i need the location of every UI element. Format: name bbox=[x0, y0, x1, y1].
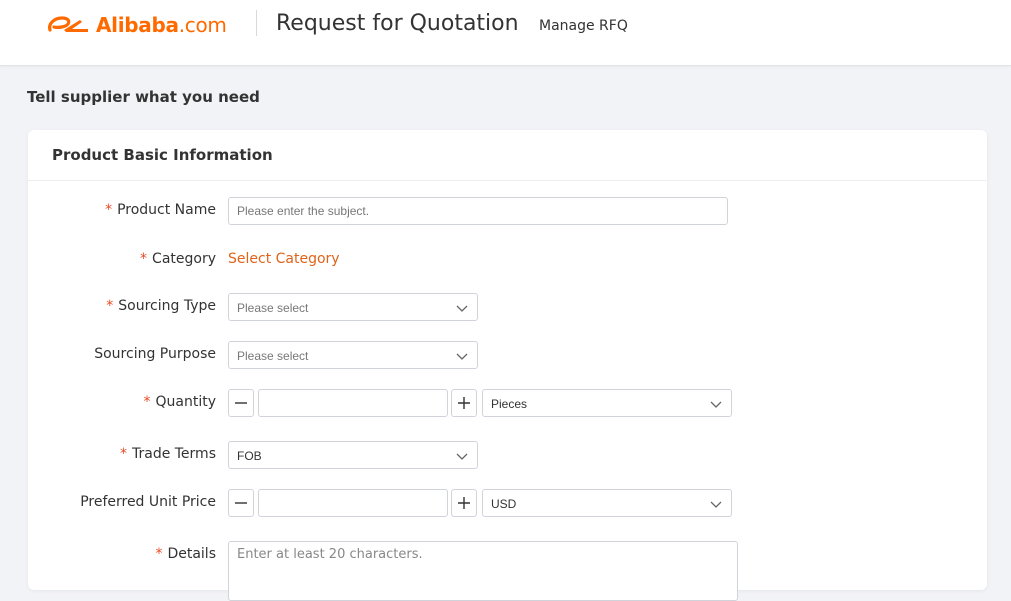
required-mark: * bbox=[105, 202, 113, 218]
category-label: * Category bbox=[140, 251, 216, 267]
price-input[interactable] bbox=[258, 489, 448, 517]
required-mark: * bbox=[155, 546, 163, 562]
chevron-down-icon bbox=[710, 401, 722, 408]
minus-icon bbox=[235, 402, 247, 404]
alibaba-logo-icon bbox=[48, 16, 88, 32]
currency-value: USD bbox=[491, 497, 517, 511]
quantity-unit-select[interactable]: Pieces bbox=[482, 389, 732, 417]
manage-rfq-link[interactable]: Manage RFQ bbox=[539, 18, 628, 34]
plus-icon bbox=[458, 497, 470, 509]
sourcing-purpose-value: Please select bbox=[237, 349, 309, 363]
header-divider bbox=[256, 10, 257, 36]
product-basic-info-card: Product Basic Information * Product Name … bbox=[28, 130, 987, 601]
chevron-down-icon bbox=[456, 305, 468, 312]
sourcing-type-label: * Sourcing Type bbox=[106, 298, 216, 314]
product-name-input[interactable] bbox=[228, 197, 728, 225]
required-mark: * bbox=[106, 298, 114, 314]
price-decrement-button[interactable] bbox=[228, 489, 254, 517]
card-title: Product Basic Information bbox=[28, 130, 987, 181]
details-row: * Details bbox=[28, 541, 987, 601]
trade-terms-label: * Trade Terms bbox=[119, 446, 216, 462]
required-mark: * bbox=[143, 394, 151, 410]
details-label: * Details bbox=[155, 546, 216, 562]
sourcing-type-row: * Sourcing Type Please select bbox=[28, 293, 987, 321]
sourcing-purpose-select[interactable]: Please select bbox=[228, 341, 478, 369]
quantity-unit-value: Pieces bbox=[491, 397, 528, 411]
required-mark: * bbox=[140, 251, 148, 267]
quantity-decrement-button[interactable] bbox=[228, 389, 254, 417]
currency-select[interactable]: USD bbox=[482, 489, 732, 517]
preferred-unit-price-label: Preferred Unit Price bbox=[80, 494, 216, 510]
alibaba-logo[interactable]: Alibaba.com bbox=[46, 10, 227, 40]
chevron-down-icon bbox=[456, 353, 468, 360]
trade-terms-select[interactable]: FOB bbox=[228, 441, 478, 469]
quantity-increment-button[interactable] bbox=[451, 389, 477, 417]
product-name-row: * Product Name bbox=[28, 197, 987, 225]
sourcing-purpose-label: Sourcing Purpose bbox=[94, 346, 216, 362]
chevron-down-icon bbox=[456, 453, 468, 460]
required-mark: * bbox=[119, 446, 127, 462]
page-title: Request for Quotation bbox=[276, 11, 519, 36]
select-category-link[interactable]: Select Category bbox=[228, 251, 340, 267]
trade-terms-row: * Trade Terms FOB bbox=[28, 441, 987, 469]
quantity-row: * Quantity Pieces bbox=[28, 389, 987, 417]
section-heading: Tell supplier what you need bbox=[27, 88, 260, 106]
product-name-label: * Product Name bbox=[105, 202, 216, 218]
quantity-label: * Quantity bbox=[143, 394, 217, 410]
sourcing-type-value: Please select bbox=[237, 301, 309, 315]
quantity-input[interactable] bbox=[258, 389, 448, 417]
preferred-unit-price-row: Preferred Unit Price USD bbox=[28, 489, 987, 517]
plus-icon bbox=[458, 397, 470, 409]
logo-wordmark: Alibaba.com bbox=[96, 13, 227, 37]
details-textarea[interactable] bbox=[228, 541, 738, 601]
chevron-down-icon bbox=[710, 501, 722, 508]
minus-icon bbox=[235, 502, 247, 504]
sourcing-purpose-row: Sourcing Purpose Please select bbox=[28, 341, 987, 369]
category-row: * Category Select Category bbox=[28, 246, 987, 274]
top-header: Alibaba.com Request for Quotation Manage… bbox=[0, 0, 1011, 66]
trade-terms-value: FOB bbox=[237, 449, 262, 463]
sourcing-type-select[interactable]: Please select bbox=[228, 293, 478, 321]
price-increment-button[interactable] bbox=[451, 489, 477, 517]
